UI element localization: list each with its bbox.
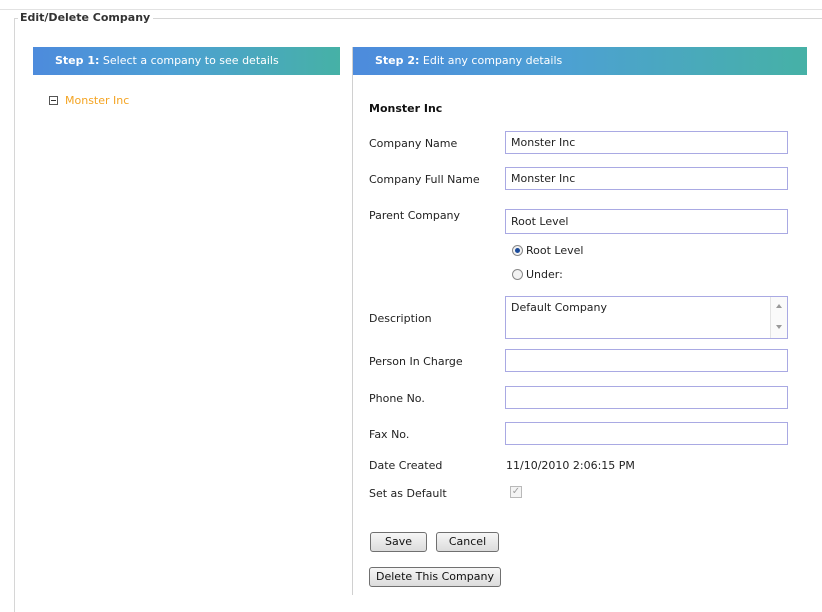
radio-root-icon[interactable]	[512, 245, 523, 256]
company-title: Monster Inc	[369, 102, 443, 115]
description-scrollbar[interactable]	[770, 297, 787, 338]
fax-label: Fax No.	[369, 428, 410, 441]
step1-header: Step 1: Select a company to see details	[33, 47, 340, 75]
collapse-icon[interactable]	[49, 96, 58, 105]
company-full-name-label: Company Full Name	[369, 173, 480, 186]
cancel-button[interactable]: Cancel	[436, 532, 499, 552]
step1-text: Select a company to see details	[99, 54, 279, 67]
radio-under[interactable]: Under:	[512, 268, 563, 281]
parent-company-field[interactable]: Root Level	[505, 209, 788, 234]
scroll-up-icon[interactable]	[776, 304, 782, 308]
date-created-value: 11/10/2010 2:06:15 PM	[506, 459, 635, 472]
fieldset-legend: Edit/Delete Company	[18, 11, 154, 24]
company-tree: Monster Inc	[49, 94, 129, 107]
set-default-label: Set as Default	[369, 487, 447, 500]
panel-divider	[352, 47, 353, 595]
radio-under-label: Under:	[526, 268, 563, 281]
top-border	[0, 0, 822, 10]
scroll-down-icon[interactable]	[776, 325, 782, 329]
description-field[interactable]: Default Company	[505, 296, 788, 339]
save-button[interactable]: Save	[370, 532, 427, 552]
date-created-label: Date Created	[369, 459, 443, 472]
radio-root-level[interactable]: Root Level	[512, 244, 583, 257]
radio-under-icon[interactable]	[512, 269, 523, 280]
tree-item-monster-inc[interactable]: Monster Inc	[65, 94, 129, 107]
phone-field[interactable]	[505, 386, 788, 409]
step1-prefix: Step 1:	[55, 54, 100, 67]
company-full-name-field[interactable]: Monster Inc	[505, 167, 788, 190]
person-in-charge-field[interactable]	[505, 349, 788, 372]
radio-root-label: Root Level	[526, 244, 584, 257]
description-label: Description	[369, 312, 432, 325]
step2-prefix: Step 2:	[375, 54, 420, 67]
company-name-label: Company Name	[369, 137, 458, 150]
parent-company-label: Parent Company	[369, 209, 461, 222]
person-in-charge-label: Person In Charge	[369, 355, 463, 368]
company-name-field[interactable]: Monster Inc	[505, 131, 788, 154]
delete-company-button[interactable]: Delete This Company	[369, 567, 501, 587]
fax-field[interactable]	[505, 422, 788, 445]
description-value: Default Company	[511, 301, 608, 314]
set-default-checkbox[interactable]: ✓	[510, 486, 522, 498]
phone-label: Phone No.	[369, 392, 425, 405]
step2-text: Edit any company details	[419, 54, 563, 67]
step2-header: Step 2: Edit any company details	[353, 47, 807, 75]
